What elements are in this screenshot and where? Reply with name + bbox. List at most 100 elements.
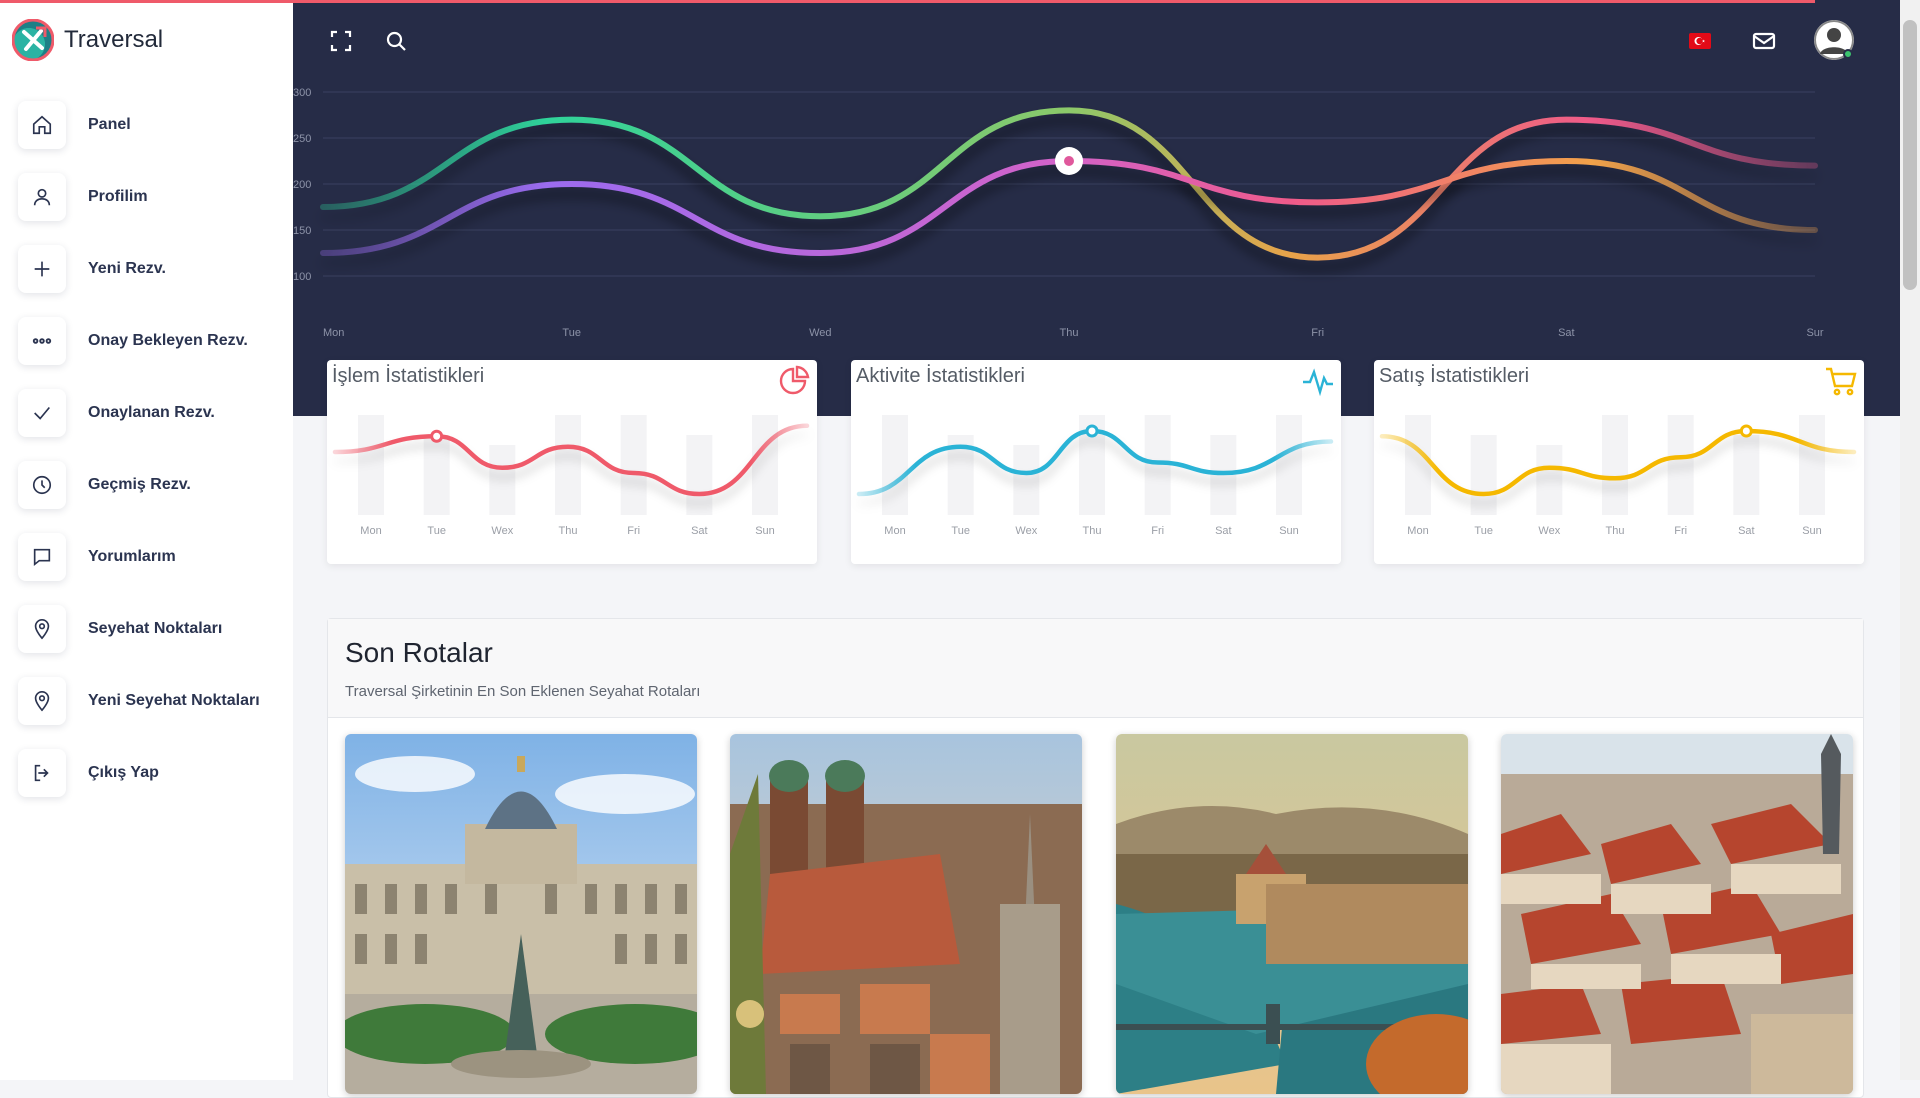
sidebar-item-cikis[interactable]: Çıkış Yap <box>18 737 288 809</box>
x-tick-label: Tue <box>562 327 581 339</box>
x-tick-label: Mon <box>884 525 905 537</box>
x-tick-label: Mon <box>1407 525 1428 537</box>
y-tick-label: 250 <box>293 133 311 145</box>
x-tick-label: Tue <box>1474 525 1493 537</box>
route-card-image[interactable] <box>730 734 1082 1094</box>
sidebar-item-label: Çıkış Yap <box>88 764 159 781</box>
x-tick-label: Fri <box>1151 525 1164 537</box>
background-bar <box>1536 445 1563 515</box>
sidebar-item-seyehat-noktalari[interactable]: Seyehat Noktaları <box>18 593 288 665</box>
home-icon <box>18 101 66 149</box>
y-tick-label: 300 <box>293 87 311 99</box>
x-tick-label: Wed <box>809 327 831 339</box>
background-bar <box>686 435 713 515</box>
x-tick-label: Fri <box>627 525 640 537</box>
message-icon <box>18 533 66 581</box>
x-tick-label: Sat <box>1738 525 1755 537</box>
sidebar-nav: Panel Profilim Yeni Rezv. Onay Bekleyen … <box>18 89 288 809</box>
x-tick-label: Sat <box>691 525 708 537</box>
background-bar <box>358 415 384 515</box>
x-tick-label: Fri <box>1674 525 1687 537</box>
aktivite-mini-chart: Mon Tue Wex Thu Fri Sat Sun <box>856 415 1334 537</box>
routes-header: Son Rotalar Traversal Şirketinin En Son … <box>328 619 1863 718</box>
sidebar-item-yeni-seyehat-noktalari[interactable]: Yeni Seyehat Noktaları <box>18 665 288 737</box>
mail-icon[interactable] <box>1749 26 1779 56</box>
route-card-image[interactable] <box>1501 734 1853 1094</box>
sidebar-item-onay-bekleyen[interactable]: Onay Bekleyen Rezv. <box>18 305 288 377</box>
x-tick-label: Thu <box>1606 525 1625 537</box>
sidebar-item-onaylanan[interactable]: Onaylanan Rezv. <box>18 377 288 449</box>
x-tick-label: Sun <box>755 525 775 537</box>
highlight-point[interactable] <box>1739 424 1753 438</box>
map-pin-icon <box>18 677 66 725</box>
background-bar <box>1013 445 1040 515</box>
routes-title: Son Rotalar <box>345 637 493 668</box>
x-tick-label: Wex <box>1538 525 1560 537</box>
fullscreen-icon[interactable] <box>326 26 356 56</box>
satis-mini-chart: Mon Tue Wex Thu Fri Sat Sun <box>1379 415 1857 537</box>
clock-icon <box>18 461 66 509</box>
x-tick-label: Sat <box>1215 525 1232 537</box>
sidebar-item-label: Yeni Rezv. <box>88 260 166 277</box>
background-bar <box>752 415 778 515</box>
background-bar <box>1799 415 1825 515</box>
background-bar <box>1733 435 1760 515</box>
x-tick-label: Tue <box>951 525 970 537</box>
turkey-flag-icon[interactable] <box>1689 33 1711 49</box>
background-bar <box>620 415 647 515</box>
sidebar-item-label: Seyehat Noktaları <box>88 620 223 637</box>
sidebar-item-label: Geçmiş Rezv. <box>88 476 191 493</box>
sidebar-item-label: Profilim <box>88 188 148 205</box>
background-bar <box>555 415 581 515</box>
background-bar <box>1405 415 1431 515</box>
highlight-point[interactable] <box>430 429 444 443</box>
sidebar-item-profilim[interactable]: Profilim <box>18 161 288 233</box>
user-icon <box>18 173 66 221</box>
background-bar <box>423 435 450 515</box>
x-tick-label: Wex <box>491 525 513 537</box>
background-bar <box>1667 415 1694 515</box>
x-tick-label: Thu <box>559 525 578 537</box>
sidebar-item-gecmis[interactable]: Geçmiş Rezv. <box>18 449 288 521</box>
x-tick-label: Thu <box>1060 327 1079 339</box>
y-tick-label: 150 <box>293 225 311 237</box>
x-tick-label: Fri <box>1311 327 1324 339</box>
x-tick-label: Thu <box>1083 525 1102 537</box>
x-tick-label: Wex <box>1015 525 1037 537</box>
logout-icon <box>18 749 66 797</box>
aktivite-stats-card: Aktivite İstatistikleri Mon Tue Wex Thu Fri S… <box>851 360 1341 564</box>
background-bar <box>1470 435 1497 515</box>
route-card-image[interactable] <box>1116 734 1468 1094</box>
card-title: Aktivite İstatistikleri <box>856 365 1025 387</box>
sidebar-item-yeni-rezv[interactable]: Yeni Rezv. <box>18 233 288 305</box>
card-title: İşlem İstatistikleri <box>332 365 485 387</box>
sidebar-item-label: Onay Bekleyen Rezv. <box>88 332 248 349</box>
online-status-dot <box>1843 49 1853 59</box>
background-bar <box>489 445 516 515</box>
highlight-point[interactable] <box>1085 424 1099 438</box>
satis-stats-card: Satış İstatistikleri Mon Tue Wex Thu Fri Sat S… <box>1374 360 1864 564</box>
sidebar-item-label: Panel <box>88 116 131 133</box>
top-accent-line <box>0 0 1815 3</box>
x-tick-label: Sun <box>1279 525 1299 537</box>
x-tick-label: Tue <box>427 525 446 537</box>
x-tick-label: Mon <box>323 327 344 339</box>
islem-stats-card: İşlem İstatistikleri Mon Tue Wex Thu Fri Sat S… <box>327 360 817 564</box>
x-tick-label: Sur <box>1806 327 1823 339</box>
islem-mini-chart: Mon Tue Wex Thu Fri Sat Sun <box>332 415 810 537</box>
sidebar-item-panel[interactable]: Panel <box>18 89 288 161</box>
map-pin-icon <box>18 605 66 653</box>
sidebar-item-yorumlarim[interactable]: Yorumlarım <box>18 521 288 593</box>
route-card-image[interactable] <box>345 734 697 1094</box>
plus-icon <box>18 245 66 293</box>
x-tick-label: Sun <box>1802 525 1822 537</box>
brand[interactable]: Traversal <box>12 19 163 61</box>
search-icon[interactable] <box>381 26 411 56</box>
highlight-point-core <box>1064 156 1074 166</box>
x-tick-label: Sat <box>1558 327 1575 339</box>
background-bar <box>1602 415 1628 515</box>
scrollbar-thumb[interactable] <box>1903 20 1917 290</box>
y-tick-label: 100 <box>293 271 311 283</box>
card-title: Satış İstatistikleri <box>1379 365 1530 387</box>
main-line-chart: 100 150 200 250 300 Mon Tue Wed Thu Fri Sat Sur <box>293 87 1824 339</box>
